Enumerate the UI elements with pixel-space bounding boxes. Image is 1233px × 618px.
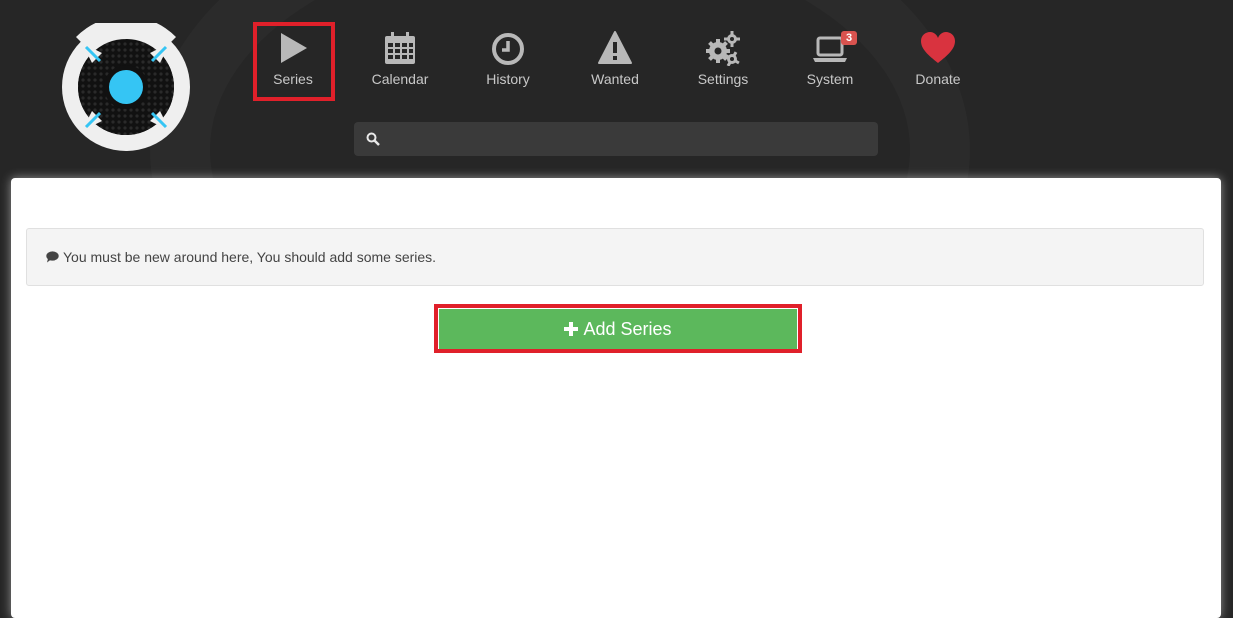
add-series-label: Add Series bbox=[583, 318, 672, 339]
nav-donate[interactable]: Donate bbox=[893, 30, 983, 92]
comment-icon bbox=[46, 251, 59, 263]
nav-history-label: History bbox=[486, 71, 530, 87]
nav-system-label: System bbox=[806, 71, 854, 87]
search-input[interactable] bbox=[388, 122, 872, 158]
nav-settings-label: Settings bbox=[697, 71, 749, 87]
plus-icon bbox=[564, 322, 579, 336]
nav-wanted-label: Wanted bbox=[591, 71, 639, 87]
empty-series-alert: You must be new around here, You should … bbox=[26, 228, 1204, 286]
nav-donate-label: Donate bbox=[915, 71, 961, 87]
heart-icon bbox=[921, 32, 955, 63]
add-series-button[interactable]: Add Series bbox=[439, 309, 797, 349]
sonarr-logo[interactable] bbox=[62, 23, 190, 151]
nav-history[interactable]: History bbox=[463, 30, 553, 92]
empty-series-message: You must be new around here, You should … bbox=[63, 249, 437, 265]
series-highlight-outline bbox=[253, 22, 335, 101]
nav-wanted[interactable]: Wanted bbox=[570, 30, 660, 92]
nav-system[interactable]: 3 System bbox=[785, 30, 875, 92]
clock-icon bbox=[492, 33, 524, 65]
nav-calendar[interactable]: Calendar bbox=[355, 30, 445, 92]
main-content: You must be new around here, You should … bbox=[11, 178, 1221, 618]
warning-icon bbox=[598, 31, 632, 64]
search-icon bbox=[366, 132, 380, 146]
header: Series Calendar History Wanted Settings … bbox=[0, 0, 1233, 180]
system-badge: 3 bbox=[841, 31, 858, 45]
gears-icon bbox=[706, 31, 740, 66]
search-bar[interactable] bbox=[354, 122, 878, 158]
calendar-icon bbox=[385, 32, 415, 64]
nav-settings[interactable]: Settings bbox=[678, 30, 768, 92]
nav-calendar-label: Calendar bbox=[371, 71, 429, 87]
